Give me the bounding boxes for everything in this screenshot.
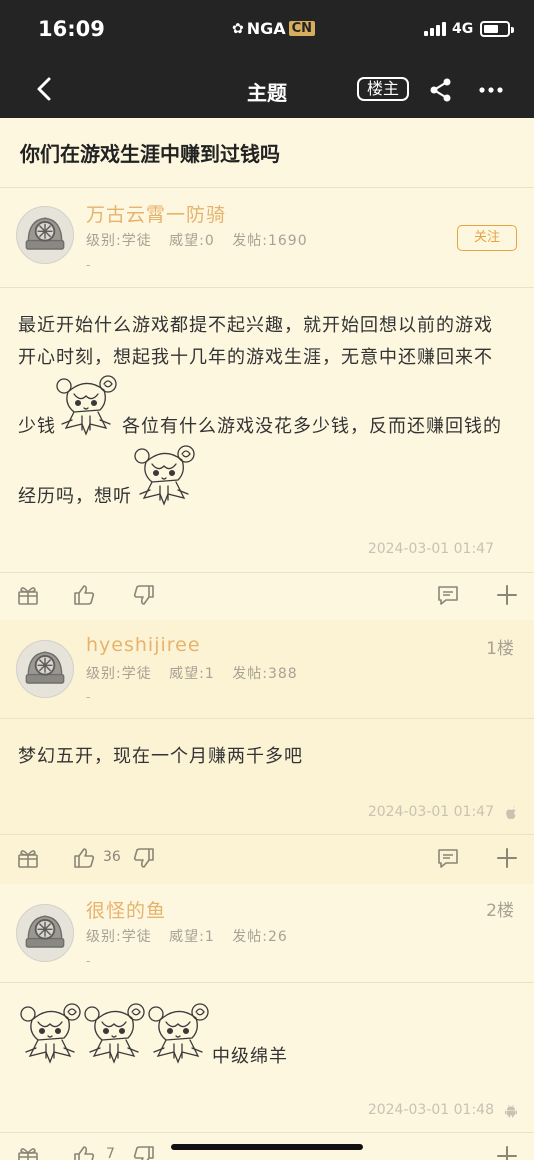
user-level: 级别:学徒 xyxy=(86,666,152,682)
more-icon[interactable] xyxy=(478,77,504,103)
divider xyxy=(0,718,534,719)
user-signature: - xyxy=(86,258,91,272)
username[interactable]: hyeshijiree xyxy=(86,634,201,656)
reply-post: hyeshijiree 1楼 级别:学徒 威望:1 发帖:388 - 梦幻五开，… xyxy=(0,620,534,884)
home-indicator[interactable] xyxy=(171,1144,363,1150)
sticker-image xyxy=(80,1000,150,1066)
thumbs-up-icon[interactable] xyxy=(72,846,96,870)
user-signature: - xyxy=(86,690,91,704)
user-level: 级别:学徒 xyxy=(86,233,152,249)
sticker-image xyxy=(144,1000,214,1066)
post-body-line: 经历吗，想听 xyxy=(18,486,132,507)
plus-icon[interactable] xyxy=(495,1144,519,1160)
follow-button[interactable]: 关注 xyxy=(457,225,517,251)
plus-icon[interactable] xyxy=(495,583,519,607)
plus-icon[interactable] xyxy=(495,846,519,870)
thumbs-up-icon[interactable] xyxy=(72,1144,96,1160)
post-body: 中级绵羊 xyxy=(212,1046,288,1067)
signal-icon xyxy=(424,22,446,36)
user-reputation: 威望:1 xyxy=(169,666,215,682)
app-logo: ✿ NGA CN xyxy=(232,19,316,38)
op-only-button[interactable]: 楼主 xyxy=(357,77,409,101)
thumbs-down-icon[interactable] xyxy=(132,1144,156,1160)
thumbs-down-icon[interactable] xyxy=(132,846,156,870)
username[interactable]: 万古云霄一防骑 xyxy=(86,200,226,227)
brand-main: NGA xyxy=(246,19,286,38)
reply-post: 很怪的鱼 2楼 级别:学徒 威望:1 发帖:26 - 中级绵羊 2024-03-… xyxy=(0,884,534,1160)
comment-icon[interactable] xyxy=(436,846,460,870)
thumbs-up-icon[interactable] xyxy=(72,583,96,607)
sticker-image xyxy=(52,372,122,438)
status-bar: 16:09 ✿ NGA CN 4G xyxy=(0,0,534,60)
thumbs-down-icon[interactable] xyxy=(132,583,156,607)
apple-icon xyxy=(506,806,516,820)
user-post-count: 发帖:388 xyxy=(232,666,298,682)
avatar[interactable] xyxy=(16,640,74,698)
avatar[interactable] xyxy=(16,206,74,264)
divider xyxy=(0,1132,534,1133)
like-count: 7 xyxy=(106,1146,115,1160)
topic-title: 你们在游戏生涯中赚到过钱吗 xyxy=(0,118,534,188)
divider xyxy=(0,572,534,573)
sticker-image xyxy=(130,442,200,508)
gift-icon[interactable] xyxy=(16,1144,40,1160)
post-body-line: 各位有什么游戏没花多少钱，反而还赚回钱的 xyxy=(122,416,502,437)
like-count: 36 xyxy=(103,849,121,865)
share-icon[interactable] xyxy=(428,77,454,103)
sticker-image xyxy=(16,1000,86,1066)
user-level: 级别:学徒 xyxy=(86,929,152,945)
post-body-line: 少钱 xyxy=(18,416,56,437)
gift-icon[interactable] xyxy=(16,846,40,870)
divider xyxy=(0,982,534,983)
paw-icon: ✿ xyxy=(232,20,244,37)
brand-tag: CN xyxy=(288,21,316,36)
post-timestamp: 2024-03-01 01:48 xyxy=(367,1102,494,1118)
battery-icon xyxy=(480,21,514,37)
floor-number: 2楼 xyxy=(486,901,514,921)
user-meta: 级别:学徒 威望:1 发帖:388 xyxy=(86,663,310,683)
user-meta: 级别:学徒 威望:0 发帖:1690 xyxy=(86,230,320,250)
network-type: 4G xyxy=(452,21,474,37)
user-reputation: 威望:0 xyxy=(169,233,215,249)
avatar[interactable] xyxy=(16,904,74,962)
divider xyxy=(0,834,534,835)
user-reputation: 威望:1 xyxy=(169,929,215,945)
divider xyxy=(0,287,534,288)
username[interactable]: 很怪的鱼 xyxy=(86,896,166,923)
post-timestamp: 2024-03-01 01:47 xyxy=(367,541,494,557)
post-timestamp: 2024-03-01 01:47 xyxy=(367,804,494,820)
user-post-count: 发帖:1690 xyxy=(232,233,308,249)
user-signature: - xyxy=(86,954,91,968)
comment-icon[interactable] xyxy=(436,583,460,607)
floor-number: 1楼 xyxy=(486,639,514,659)
post-body-line: 开心时刻，想起我十几年的游戏生涯，无意中还赚回来不 xyxy=(18,347,493,368)
nav-bar: 主题 楼主 xyxy=(0,60,534,118)
status-time: 16:09 xyxy=(38,17,105,41)
post-body: 梦幻五开，现在一个月赚两千多吧 xyxy=(18,746,303,767)
android-icon xyxy=(505,1104,517,1118)
post-body-line: 最近开始什么游戏都提不起兴趣，就开始回想以前的游戏 xyxy=(18,315,493,336)
user-meta: 级别:学徒 威望:1 发帖:26 xyxy=(86,926,300,946)
user-post-count: 发帖:26 xyxy=(232,929,288,945)
gift-icon[interactable] xyxy=(16,583,40,607)
